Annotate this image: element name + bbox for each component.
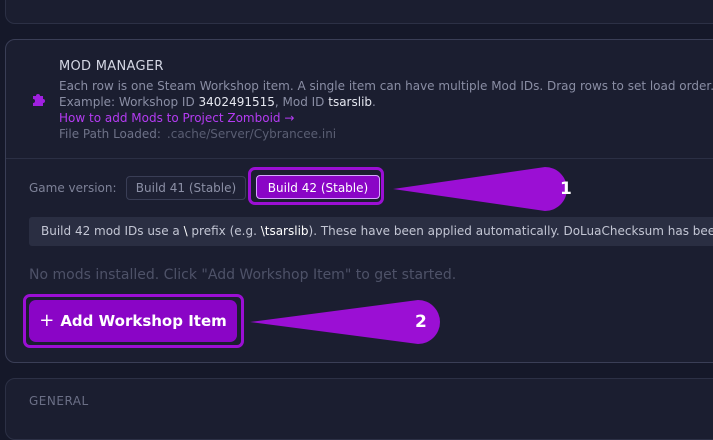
annotation-arrow-2 bbox=[250, 300, 440, 344]
annotation-badge-2: 2 bbox=[415, 312, 427, 332]
annotation-badge-1: 1 bbox=[560, 179, 572, 199]
annotation-arrow-1 bbox=[393, 167, 567, 211]
general-section-title: GENERAL bbox=[29, 394, 89, 408]
annotation-arrows bbox=[250, 167, 567, 344]
general-section-card bbox=[5, 378, 713, 440]
